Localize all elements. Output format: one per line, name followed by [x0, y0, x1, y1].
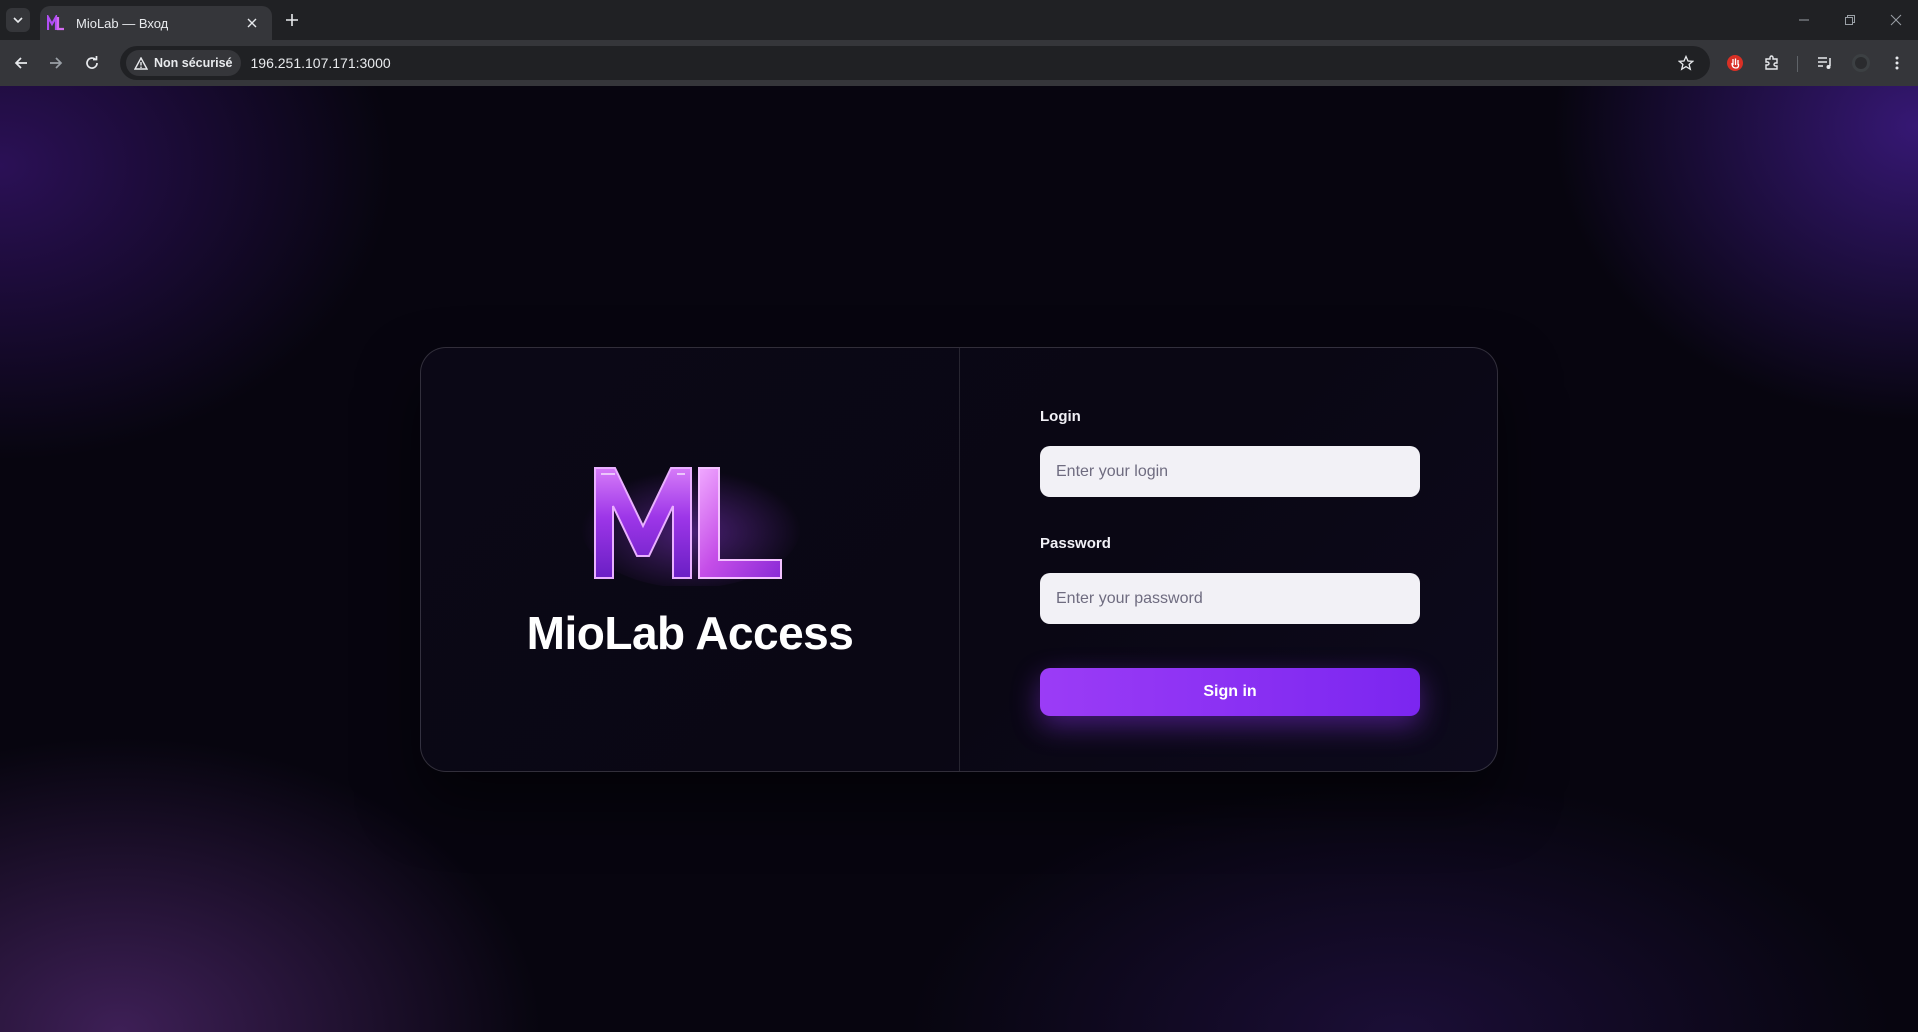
url-text[interactable]: 196.251.107.171:3000 — [251, 55, 391, 71]
sign-in-button[interactable]: Sign in — [1040, 668, 1420, 716]
back-button[interactable] — [7, 49, 35, 77]
security-label: Non sécurisé — [154, 56, 233, 70]
playlist-icon — [1818, 57, 1831, 69]
page-viewport: MioLab Access Login Password Sign in — [0, 86, 1918, 1032]
brand-title: MioLab Access — [526, 607, 854, 659]
bookmark-button[interactable] — [1674, 51, 1698, 75]
record-extension-icon — [1727, 55, 1743, 71]
active-tab[interactable]: MioLab — Вход — [40, 6, 272, 40]
extensions-button[interactable] — [1760, 51, 1784, 75]
media-controls-button[interactable] — [1813, 51, 1837, 75]
login-label: Login — [1040, 408, 1081, 425]
minimize-button[interactable] — [1780, 0, 1828, 40]
warning-icon — [134, 56, 148, 70]
password-input[interactable] — [1040, 573, 1420, 624]
star-icon — [1678, 55, 1694, 71]
login-card: MioLab Access Login Password Sign in — [420, 347, 1498, 772]
forward-button[interactable] — [42, 49, 70, 77]
profile-button[interactable] — [1849, 51, 1873, 75]
address-bar[interactable]: Non sécurisé 196.251.107.171:3000 — [120, 46, 1710, 80]
more-vertical-icon — [1895, 56, 1899, 70]
chevron-down-icon — [13, 17, 23, 24]
browser-menu-button[interactable] — [1885, 51, 1909, 75]
form-pane: Login Password Sign in — [960, 348, 1497, 771]
restore-icon — [1845, 15, 1855, 25]
plus-icon — [286, 14, 298, 26]
restore-button[interactable] — [1826, 0, 1874, 40]
tab-search-button[interactable] — [6, 8, 30, 32]
arrow-left-icon — [14, 57, 27, 69]
reload-button[interactable] — [78, 49, 106, 77]
extension-recorder-button[interactable] — [1723, 51, 1747, 75]
login-input[interactable] — [1040, 446, 1420, 497]
arrow-right-icon — [50, 57, 63, 69]
tab-strip: MioLab — Вход — [0, 0, 1918, 40]
password-label: Password — [1040, 535, 1111, 552]
close-window-button[interactable] — [1872, 0, 1918, 40]
ml-logo-icon — [581, 464, 801, 586]
miolab-favicon-icon — [46, 13, 66, 33]
toolbar-separator — [1797, 56, 1798, 72]
minimize-icon — [1799, 19, 1809, 21]
tab-close-button[interactable] — [242, 13, 262, 33]
avatar-icon — [1852, 54, 1870, 72]
close-icon — [1890, 14, 1902, 26]
puzzle-icon — [1765, 55, 1778, 70]
brand-pane: MioLab Access — [421, 348, 959, 771]
reload-icon — [86, 56, 98, 69]
new-tab-button[interactable] — [280, 8, 304, 32]
browser-toolbar: Non sécurisé 196.251.107.171:3000 — [0, 40, 1918, 86]
tab-title: MioLab — Вход — [76, 15, 169, 31]
close-icon — [247, 18, 257, 28]
security-chip[interactable]: Non sécurisé — [126, 50, 241, 76]
